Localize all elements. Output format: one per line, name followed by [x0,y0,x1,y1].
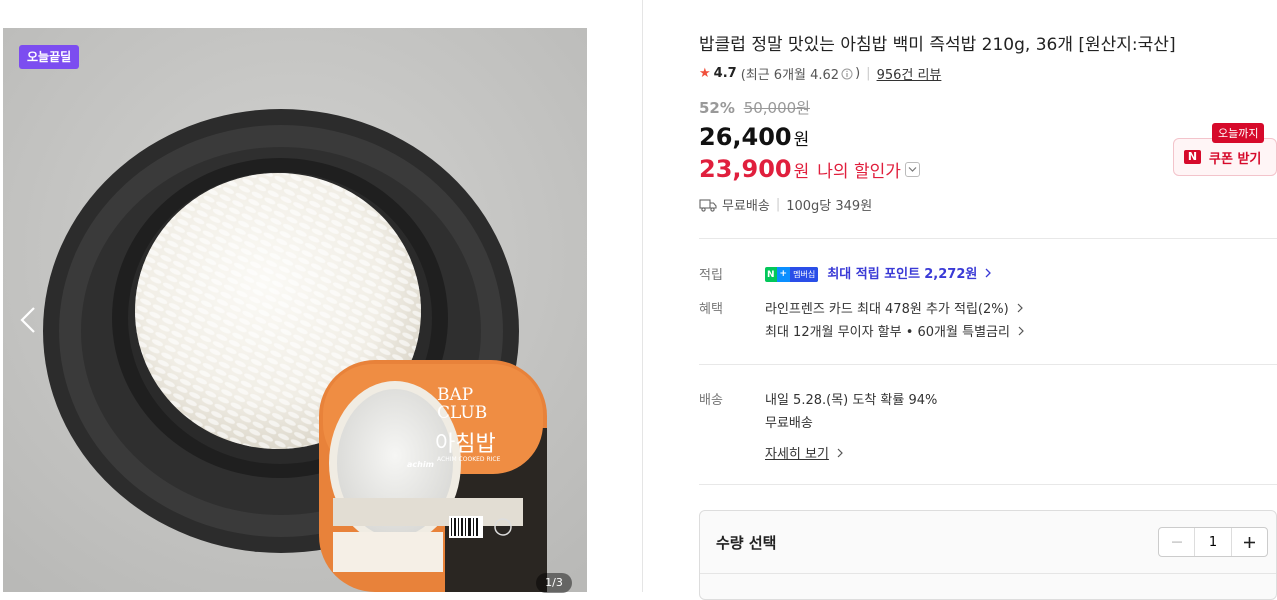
divider [699,364,1277,365]
separator: | [866,66,871,81]
unit-price-text: 100g당 349원 [786,199,873,214]
chevron-right-icon [837,448,843,458]
my-price-label: 나의 할인가 [817,161,901,182]
points-row[interactable]: N + 멤버십 최대 적립 포인트 2,272원 [765,263,992,282]
plus-icon: + [776,267,791,282]
quantity-decrease-button[interactable] [1159,528,1195,556]
my-price: 23,900 [699,155,792,183]
package-sub-text: ACHIM COOKED RICE [437,456,501,463]
plus-icon [1244,536,1255,548]
review-count-link[interactable]: 956건 리뷰 [877,64,942,83]
product-image[interactable]: BAP CLUB 아침밥 ACHIM COOKED RICE achim [3,28,587,592]
naver-membership-badge: N + 멤버십 [765,267,819,282]
membership-label: 멤버십 [790,267,819,282]
star-icon: ★ [699,66,711,81]
rice-package [319,360,547,592]
benefit-installment-link[interactable]: 최대 12개월 무이자 할부 • 60개월 특별금리 [765,321,1025,340]
discount-row: 52% 50,000원 [699,97,810,118]
package-brand-text: BAP CLUB [437,385,488,423]
price-row: 26,400 원 [699,123,809,151]
points-amount: 2,272원 [924,267,978,282]
benefit-card-text: 라인프렌즈 카드 최대 478원 추가 적립(2%) [765,302,1009,317]
chevron-right-icon [1018,326,1024,336]
divider [699,238,1277,239]
delivery-detail-link[interactable]: 자세히 보기 [765,443,844,462]
chevron-right-icon [986,268,992,278]
sale-price-unit: 원 [793,130,810,150]
delivery-label: 배송 [699,393,723,408]
quantity-input[interactable] [1195,528,1231,556]
chevron-right-icon [1017,303,1023,313]
discount-percent: 52% [699,99,735,117]
naver-n-icon: N [767,269,775,280]
quantity-label: 수량 선택 [716,534,777,552]
rating-row: ★ 4.7 (최근 6개월 4.62 ) | 956건 리뷰 [699,64,941,83]
product-title: 밥클럽 정말 맛있는 아침밥 백미 즉석밥 210g, 36개 [원산지:국산] [699,35,1176,55]
benefits-label: 혜택 [699,302,723,317]
separator: | [775,197,781,212]
coupon-deadline-tag: 오늘까지 [1212,123,1265,143]
info-icon[interactable] [841,68,853,80]
chevron-down-icon [908,166,917,172]
quantity-stepper [1158,527,1268,557]
free-shipping-text: 무료배송 [722,199,770,214]
rating-detail-close: ) [855,66,861,81]
coupon-button-label: 쿠폰 받기 [1209,151,1262,167]
product-gallery: BAP CLUB 아침밥 ACHIM COOKED RICE achim 오늘끝… [0,0,643,593]
sale-price: 26,400 [699,123,792,151]
delivery-fee: 무료배송 [765,416,813,431]
benefit-card-link[interactable]: 라인프렌즈 카드 최대 478원 추가 적립(2%) [765,298,1024,317]
original-price: 50,000원 [743,99,810,117]
package-maker-text: achim [407,460,434,469]
my-price-expand-button[interactable] [904,161,920,177]
divider [699,484,1277,485]
rating-score: 4.7 [713,66,737,81]
delivery-detail-text: 자세히 보기 [765,447,829,462]
minus-icon [1171,541,1182,543]
rice-bowl-photo [3,28,587,592]
image-counter: 1/3 [536,573,572,593]
package-name-text: 아침밥 [435,432,496,457]
coupon-download-button[interactable]: N 쿠폰 받기 [1173,138,1277,176]
chevron-left-icon [20,307,35,333]
shipping-summary: 무료배송 | 100g당 349원 [699,195,872,214]
quantity-panel: 수량 선택 [699,510,1277,600]
my-price-unit: 원 [793,161,810,182]
naver-logo-icon: N [1184,150,1201,164]
points-label: 적립 [699,268,723,283]
points-text: 최대 적립 포인트 [827,267,921,282]
delivery-eta: 내일 5.28.(목) 도착 확률 94% [765,393,938,408]
quantity-increase-button[interactable] [1231,528,1267,556]
deal-badge: 오늘끝딜 [19,45,80,69]
benefit-installment-text: 최대 12개월 무이자 할부 • 60개월 특별금리 [765,325,1010,340]
rating-detail: (최근 6개월 4.62 [740,68,840,83]
prev-image-button[interactable] [14,300,44,340]
quantity-header: 수량 선택 [700,511,1276,574]
my-price-row: 23,900 원 나의 할인가 [699,155,920,183]
truck-icon [699,198,717,212]
